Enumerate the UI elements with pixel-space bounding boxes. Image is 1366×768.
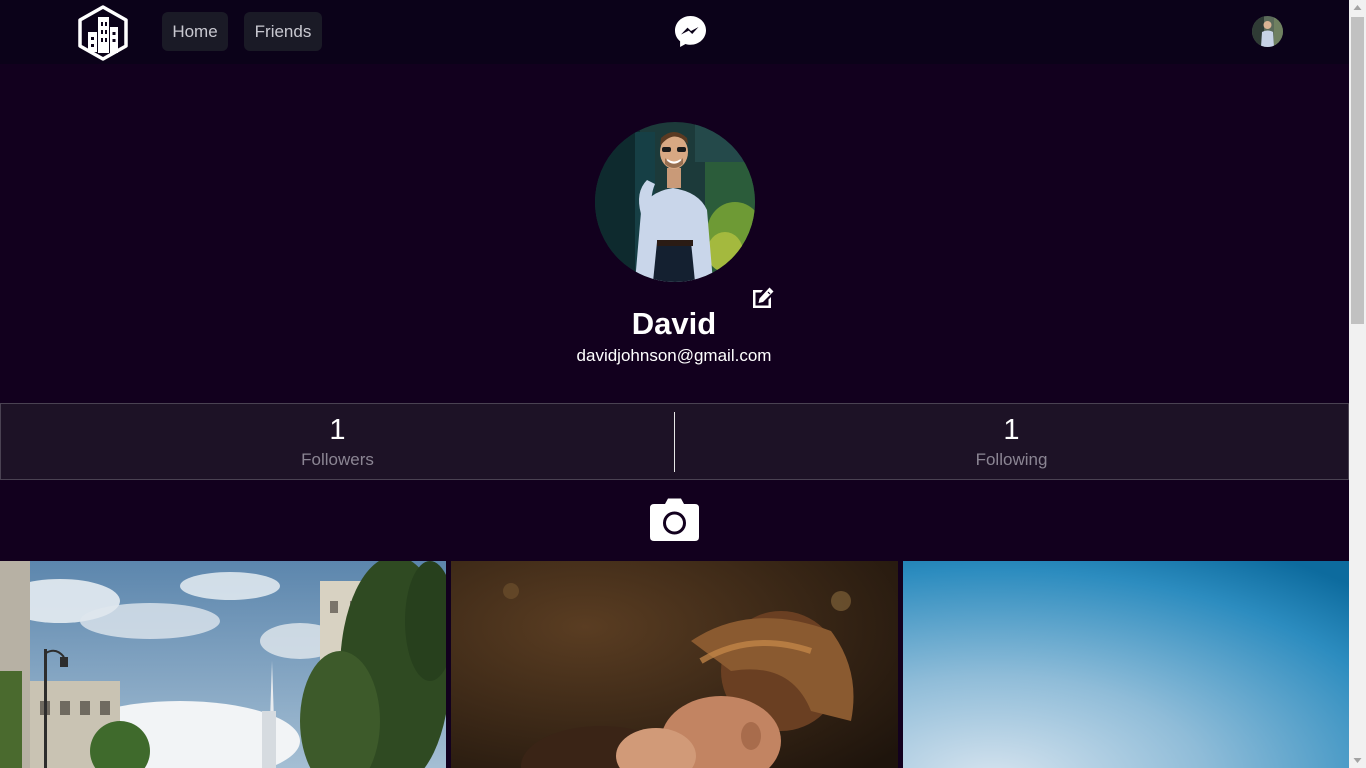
profile-email: davidjohnson@gmail.com xyxy=(576,346,772,365)
friends-button[interactable]: Friends xyxy=(244,12,322,51)
scrollbar-thumb[interactable] xyxy=(1351,17,1364,324)
couple-kiss-image xyxy=(451,561,898,768)
followers-count: 1 xyxy=(329,414,346,446)
blue-sky-image xyxy=(903,561,1349,768)
following-count: 1 xyxy=(1003,414,1020,446)
city-street-image xyxy=(0,561,446,768)
followers-stat[interactable]: 1 Followers xyxy=(1,404,674,479)
scroll-down-arrow-icon[interactable] xyxy=(1349,751,1366,768)
home-button[interactable]: Home xyxy=(162,12,228,51)
following-stat[interactable]: 1 Following xyxy=(675,404,1348,479)
user-avatar[interactable] xyxy=(1252,16,1283,47)
stats-bar: 1 Followers 1 Following xyxy=(0,403,1349,480)
following-label: Following xyxy=(975,450,1048,469)
gallery-photo-city-street[interactable] xyxy=(0,561,446,768)
profile-photo-image xyxy=(595,122,755,282)
gallery-photo-couple[interactable] xyxy=(451,561,898,768)
page: Home Friends David davidjohnson@gmail.co… xyxy=(0,0,1349,768)
scroll-up-arrow-icon[interactable] xyxy=(1349,0,1366,17)
followers-label: Followers xyxy=(301,450,374,469)
gallery-photo-sky[interactable] xyxy=(903,561,1349,768)
avatar-image xyxy=(1252,16,1283,47)
profile-picture xyxy=(595,122,755,282)
camera-icon[interactable] xyxy=(650,498,699,541)
navbar: Home Friends xyxy=(0,0,1349,64)
city-logo-icon[interactable] xyxy=(77,5,129,61)
profile-name: David xyxy=(631,306,717,341)
vertical-scrollbar[interactable] xyxy=(1349,0,1366,768)
messenger-icon[interactable] xyxy=(674,15,707,48)
